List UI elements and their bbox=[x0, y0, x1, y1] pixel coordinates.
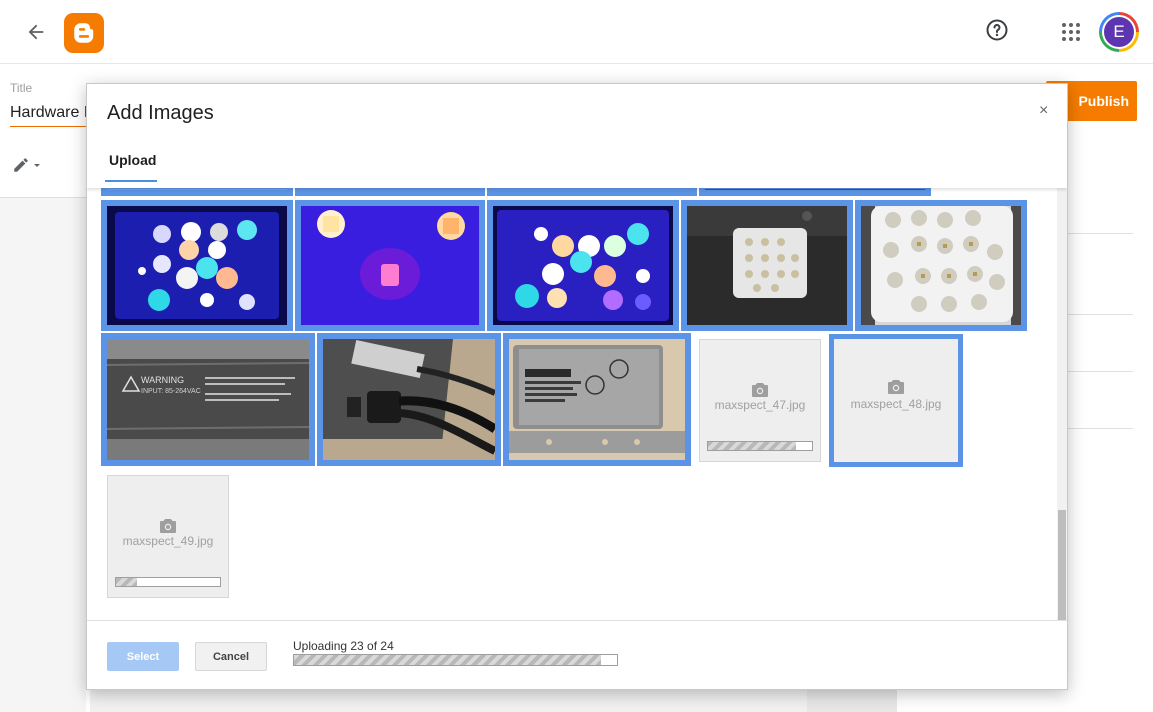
dialog-scrollbar[interactable] bbox=[1057, 188, 1067, 620]
image-tile[interactable]: WARNING INPUT: 85-264VAC bbox=[101, 333, 315, 466]
editor-body-left bbox=[0, 198, 86, 712]
pencil-icon bbox=[14, 158, 28, 172]
editor-canvas-edge bbox=[90, 690, 807, 712]
overall-upload-fill bbox=[294, 655, 601, 665]
image-thumbnail: WARNING INPUT: 85-264VAC bbox=[107, 339, 309, 460]
image-thumbnail bbox=[493, 206, 673, 325]
upload-placeholder[interactable]: maxspect_48.jpg bbox=[829, 334, 963, 467]
overall-upload-progress bbox=[293, 654, 618, 666]
upload-status-text: Uploading 23 of 24 bbox=[293, 639, 394, 653]
image-tile[interactable] bbox=[295, 200, 485, 331]
image-tile[interactable] bbox=[101, 200, 293, 331]
warning-label: WARNING bbox=[141, 375, 184, 385]
sidebar-divider bbox=[1067, 428, 1133, 429]
image-thumbnail bbox=[323, 339, 495, 460]
select-button[interactable]: Select bbox=[107, 642, 179, 671]
image-thumbnail bbox=[861, 206, 1021, 325]
help-icon bbox=[986, 19, 1008, 41]
image-tile[interactable] bbox=[295, 188, 485, 196]
image-tile[interactable] bbox=[503, 333, 691, 466]
close-icon[interactable]: × bbox=[1039, 102, 1048, 120]
cancel-button[interactable]: Cancel bbox=[195, 642, 267, 671]
image-tile[interactable] bbox=[317, 333, 501, 466]
dialog-header: Add Images × Upload bbox=[87, 84, 1067, 188]
image-grid: WARNING INPUT: 85-264VAC maxspect_47.jpg… bbox=[87, 188, 1057, 620]
editor-canvas-edge bbox=[807, 690, 897, 712]
avatar: E bbox=[1102, 15, 1136, 49]
sidebar-divider bbox=[1067, 233, 1133, 234]
dialog-title: Add Images bbox=[107, 102, 214, 124]
placeholder-filename: maxspect_48.jpg bbox=[850, 397, 942, 411]
blogger-logo-icon[interactable] bbox=[64, 13, 104, 53]
chevron-down-icon bbox=[34, 164, 40, 167]
image-thumbnail bbox=[107, 206, 287, 325]
account-avatar[interactable]: E bbox=[1099, 12, 1139, 52]
sidebar-divider bbox=[1067, 314, 1133, 315]
compose-mode-button[interactable] bbox=[12, 156, 42, 174]
camera-icon bbox=[108, 518, 228, 534]
apps-button[interactable] bbox=[1055, 16, 1087, 48]
add-images-dialog: Add Images × Upload WARNING INPUT: 85-26… bbox=[86, 83, 1068, 690]
upload-placeholder[interactable]: maxspect_47.jpg bbox=[699, 339, 821, 462]
image-tile[interactable] bbox=[101, 188, 293, 196]
apps-grid-icon bbox=[1062, 23, 1080, 41]
publish-label: Publish bbox=[1078, 93, 1129, 109]
back-arrow-icon bbox=[28, 24, 44, 40]
camera-icon bbox=[700, 382, 820, 398]
page: E Title Hardware I Publish Add Images × … bbox=[0, 0, 1153, 712]
back-button[interactable] bbox=[20, 16, 52, 48]
camera-icon bbox=[834, 379, 958, 395]
image-tile[interactable] bbox=[487, 200, 679, 331]
image-tile[interactable] bbox=[681, 200, 853, 331]
title-label: Title bbox=[10, 81, 33, 95]
upload-progress-bar bbox=[707, 441, 813, 451]
top-bar: E bbox=[0, 0, 1153, 64]
image-thumbnail bbox=[301, 206, 479, 325]
scrollbar-thumb[interactable] bbox=[1058, 510, 1066, 620]
image-thumbnail bbox=[509, 339, 685, 460]
placeholder-filename: maxspect_47.jpg bbox=[714, 398, 806, 412]
upload-progress-fill bbox=[116, 578, 137, 586]
sidebar-divider bbox=[1067, 371, 1133, 372]
upload-progress-bar bbox=[115, 577, 221, 587]
upload-placeholder[interactable]: maxspect_49.jpg bbox=[107, 475, 229, 598]
tab-upload[interactable]: Upload bbox=[105, 152, 157, 182]
image-tile[interactable] bbox=[855, 200, 1027, 331]
image-tile[interactable] bbox=[699, 188, 931, 196]
title-input[interactable]: Hardware I bbox=[10, 104, 90, 127]
dialog-footer: Select Cancel Uploading 23 of 24 bbox=[87, 620, 1067, 689]
image-thumbnail bbox=[687, 206, 847, 325]
placeholder-filename: maxspect_49.jpg bbox=[122, 534, 214, 548]
upload-progress-fill bbox=[708, 442, 797, 450]
warning-input: INPUT: 85-264VAC bbox=[141, 388, 201, 395]
image-tile[interactable] bbox=[487, 188, 697, 196]
help-button[interactable] bbox=[981, 14, 1013, 46]
